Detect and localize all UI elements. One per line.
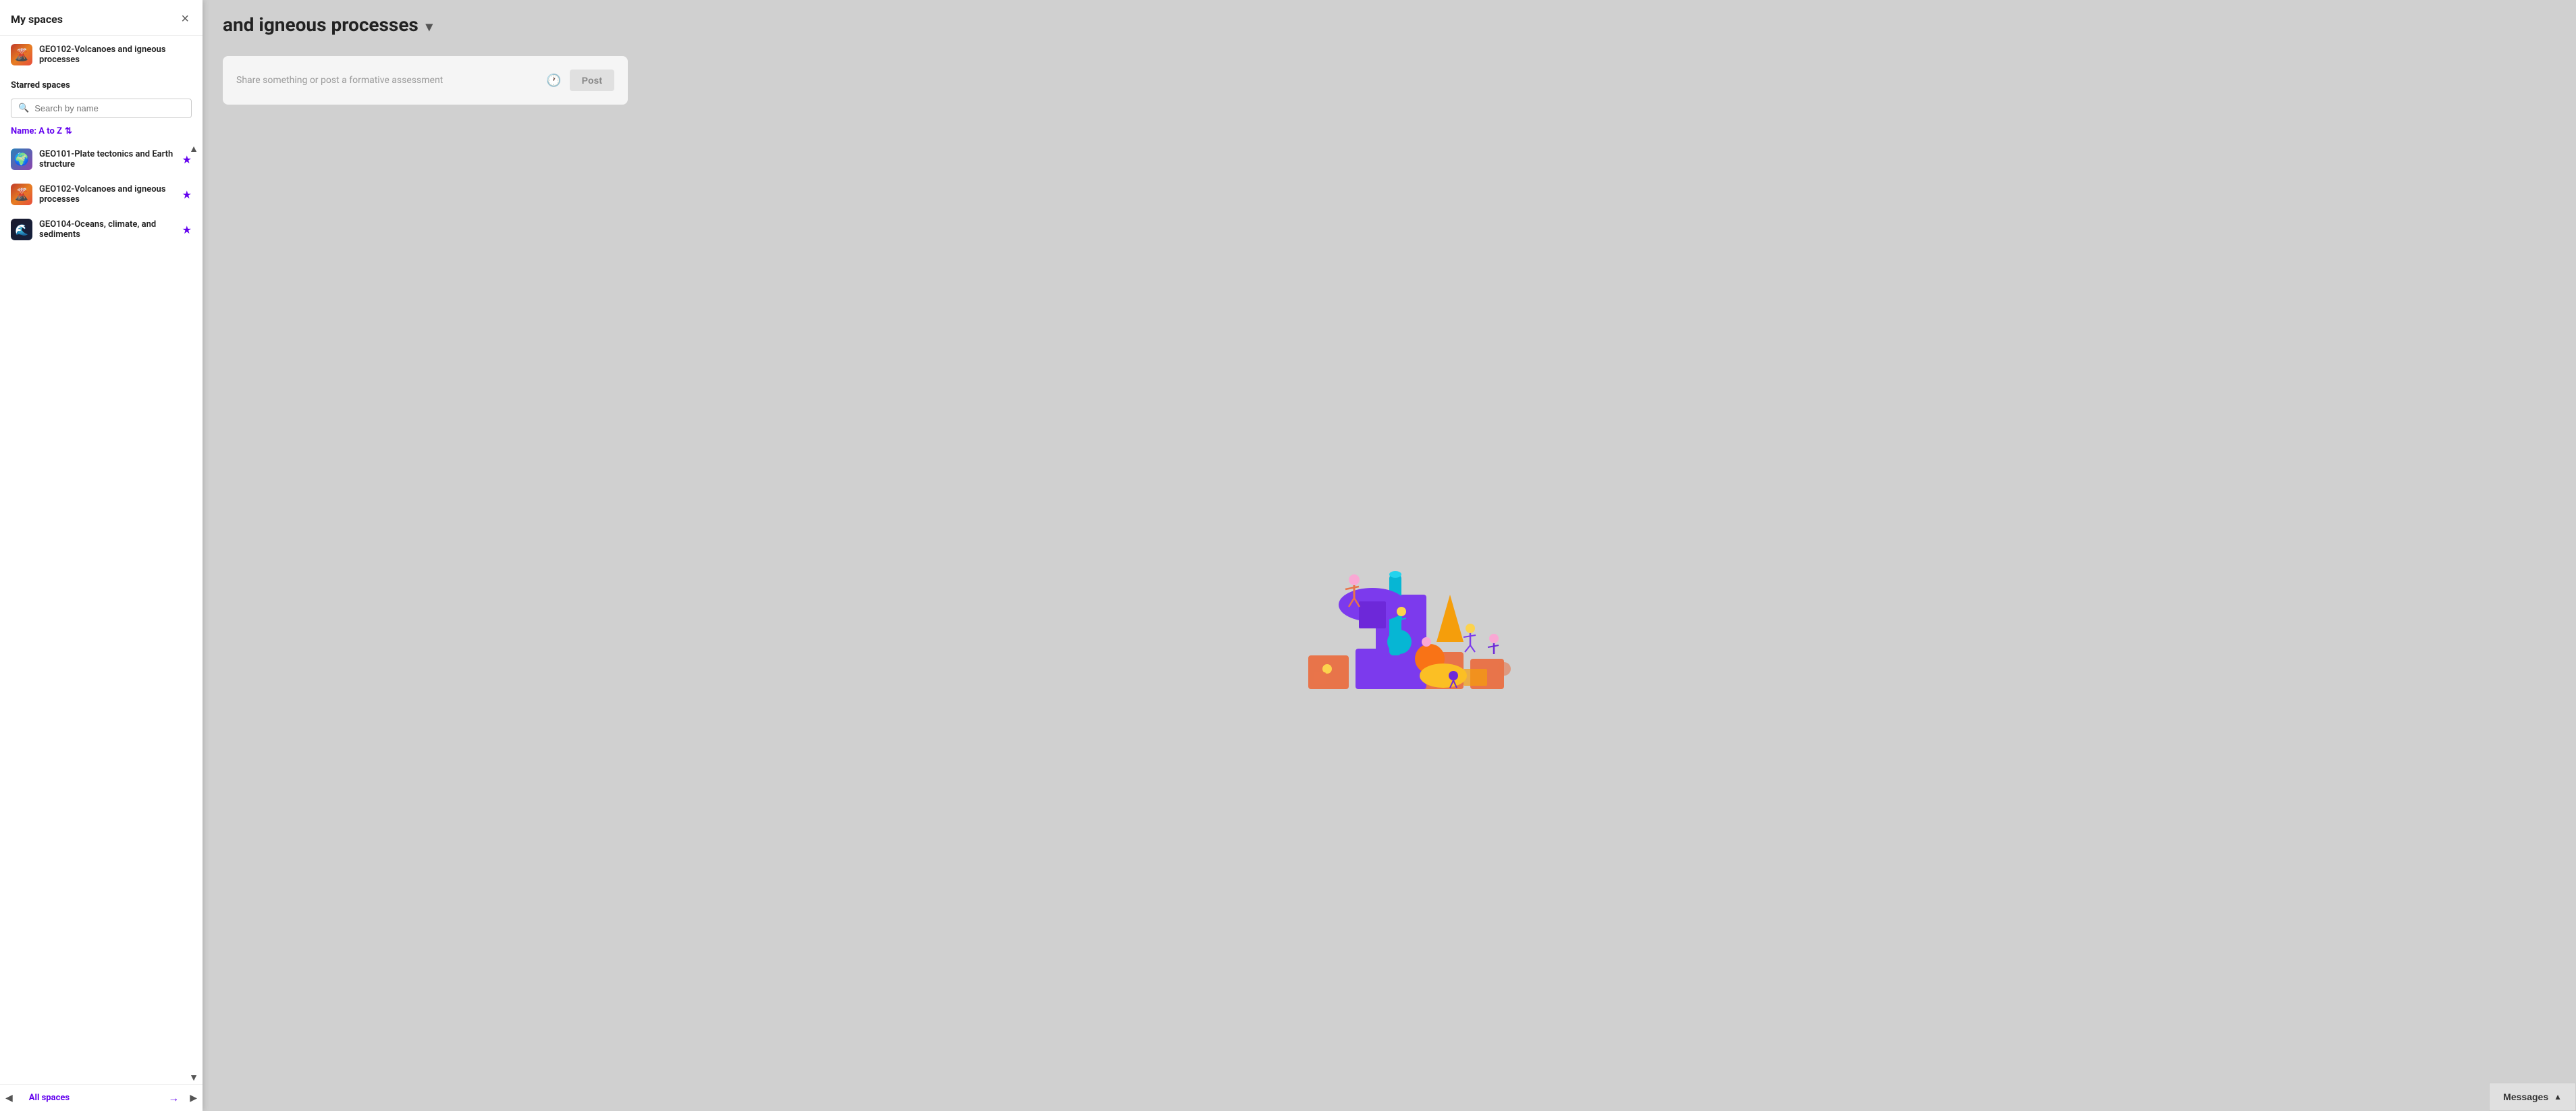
space-label-1: GEO102-Volcanoes and igneous processes [39,184,176,205]
space-icon-volcano [11,44,32,65]
close-button[interactable]: × [178,11,192,27]
my-spaces-item-label: GEO102-Volcanoes and igneous processes [39,45,192,65]
messages-button[interactable]: Messages ▲ [2489,1083,2576,1111]
search-box: 🔍 [0,94,203,124]
sidebar-title: My spaces [11,13,63,26]
clock-icon: 🕐 [546,74,561,88]
sort-label-text: Name: A to Z [11,126,62,136]
space-icon-ocean [11,219,32,240]
post-button[interactable]: Post [570,70,614,91]
main-body: Share something or post a formative asse… [203,43,2576,1111]
list-item[interactable]: GEO101-Plate tectonics and Earth structu… [0,142,203,177]
page-title: and igneous processes ▾ [223,13,2556,36]
list-item[interactable]: GEO104-Oceans, climate, and sediments ★ [0,212,203,247]
sort-label[interactable]: Name: A to Z ⇅ [0,124,203,142]
page-title-text: and igneous processes [223,13,419,36]
starred-spaces-label: Starred spaces [0,74,203,94]
post-box: Share something or post a formative asse… [223,56,628,105]
main-content: and igneous processes ▾ Share something … [203,0,2576,1111]
star-icon-1: ★ [182,188,192,201]
post-placeholder: Share something or post a formative asse… [236,75,538,86]
scroll-up-button[interactable]: ▲ [188,142,200,155]
sidebar: My spaces × GEO102-Volcanoes and igneous… [0,0,203,1111]
star-icon-2: ★ [182,223,192,236]
sidebar-footer: ◀ All spaces → ▶ [0,1084,203,1111]
space-label-2: GEO104-Oceans, climate, and sediments [39,219,176,240]
all-spaces-arrow: → [168,1091,184,1105]
illustration [223,118,2556,1098]
search-icon: 🔍 [18,103,29,113]
space-icon-tectonic [11,148,32,170]
chevron-up-icon: ▲ [2554,1092,2562,1102]
scroll-down-button[interactable]: ▼ [188,1071,200,1084]
list-item[interactable]: GEO102-Volcanoes and igneous processes ★ [0,177,203,212]
sidebar-header: My spaces × [0,0,203,36]
spaces-list: ▲ GEO101-Plate tectonics and Earth struc… [0,142,203,1084]
my-spaces-item[interactable]: GEO102-Volcanoes and igneous processes [0,36,203,74]
sort-icon: ⇅ [65,126,72,136]
illustration-svg [1254,507,1524,709]
page-header: and igneous processes ▾ [203,0,2576,43]
search-input-wrapper[interactable]: 🔍 [11,99,192,118]
scroll-left-button[interactable]: ◀ [0,1087,18,1109]
search-input[interactable] [34,103,184,113]
space-label-0: GEO101-Plate tectonics and Earth structu… [39,149,176,169]
space-icon-volcano-2 [11,184,32,205]
dropdown-icon[interactable]: ▾ [426,18,433,34]
scroll-right-button[interactable]: ▶ [184,1087,203,1109]
all-spaces-link[interactable]: All spaces [18,1085,168,1111]
messages-label: Messages [2503,1091,2548,1102]
